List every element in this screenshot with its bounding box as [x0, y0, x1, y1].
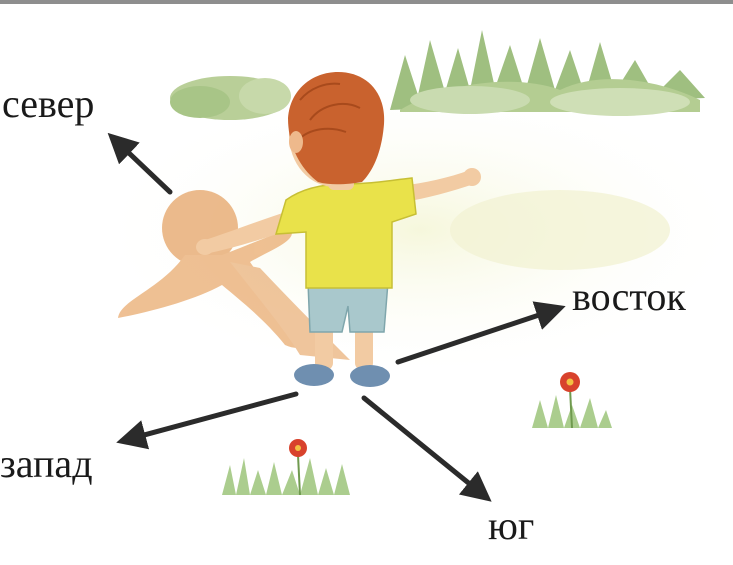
- child-right-shoe: [350, 365, 390, 387]
- illustration: север восток запад юг: [0, 0, 733, 565]
- arrow-west: [116, 391, 299, 450]
- meadow-patch: [450, 190, 670, 270]
- label-west: запад: [0, 441, 93, 486]
- label-south: юг: [488, 503, 535, 548]
- grass-tuft-right: [532, 372, 612, 429]
- child-left-shoe: [294, 364, 334, 386]
- grass-tuft-center: [222, 439, 350, 496]
- label-north: север: [2, 81, 95, 126]
- label-east: восток: [572, 274, 686, 319]
- arrow-south: [361, 395, 492, 502]
- distant-trees: [170, 30, 705, 120]
